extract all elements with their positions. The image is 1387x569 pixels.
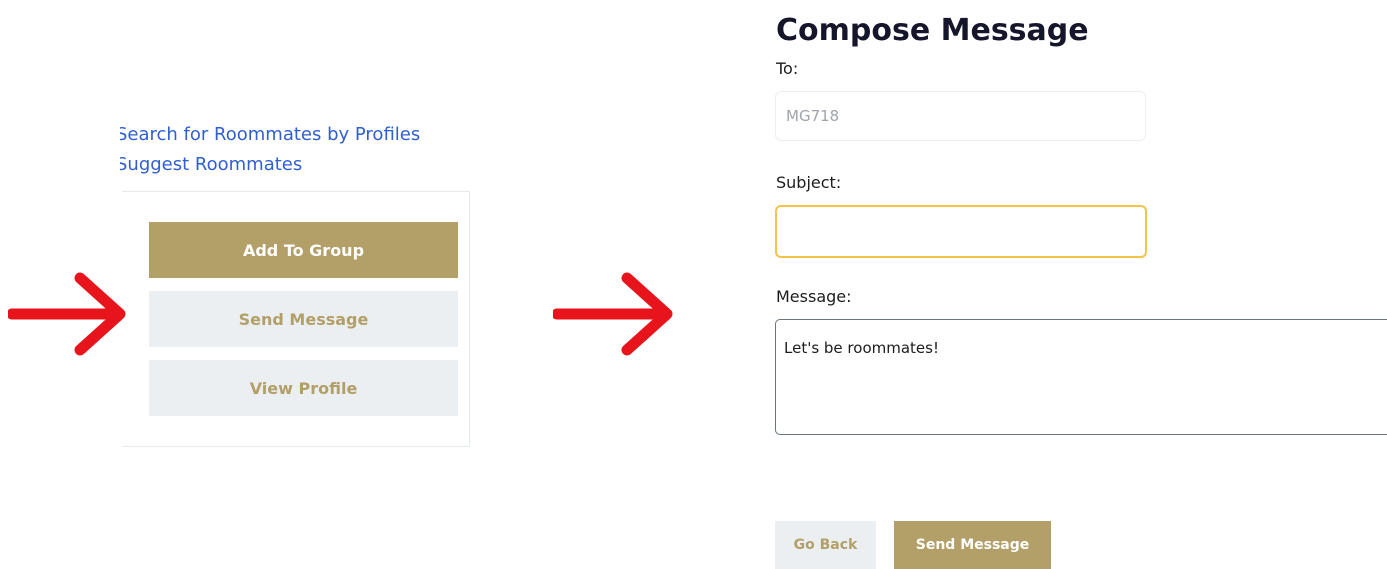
- roommate-links: Search for Roommates by Profiles Suggest…: [120, 120, 480, 180]
- subject-label: Subject:: [776, 173, 842, 192]
- suggest-roommates-link[interactable]: Suggest Roommates: [120, 150, 480, 180]
- page-title: Compose Message: [776, 13, 1089, 48]
- arrow-right-icon: [553, 272, 673, 356]
- search-profiles-link[interactable]: Search for Roommates by Profiles: [120, 120, 480, 150]
- add-to-group-button[interactable]: Add To Group: [149, 222, 458, 278]
- go-back-button[interactable]: Go Back: [775, 521, 876, 569]
- message-field[interactable]: Let's be roommates!: [775, 319, 1387, 435]
- subject-field[interactable]: [775, 205, 1147, 258]
- message-label: Message:: [776, 287, 852, 306]
- arrow-right-icon: [8, 272, 126, 356]
- profile-action-card: Add To Group Send Message View Profile: [122, 191, 470, 447]
- to-field[interactable]: [775, 91, 1146, 141]
- send-message-button[interactable]: Send Message: [149, 291, 458, 347]
- view-profile-button[interactable]: View Profile: [149, 360, 458, 416]
- send-message-submit-button[interactable]: Send Message: [894, 521, 1051, 569]
- to-label: To:: [776, 59, 799, 78]
